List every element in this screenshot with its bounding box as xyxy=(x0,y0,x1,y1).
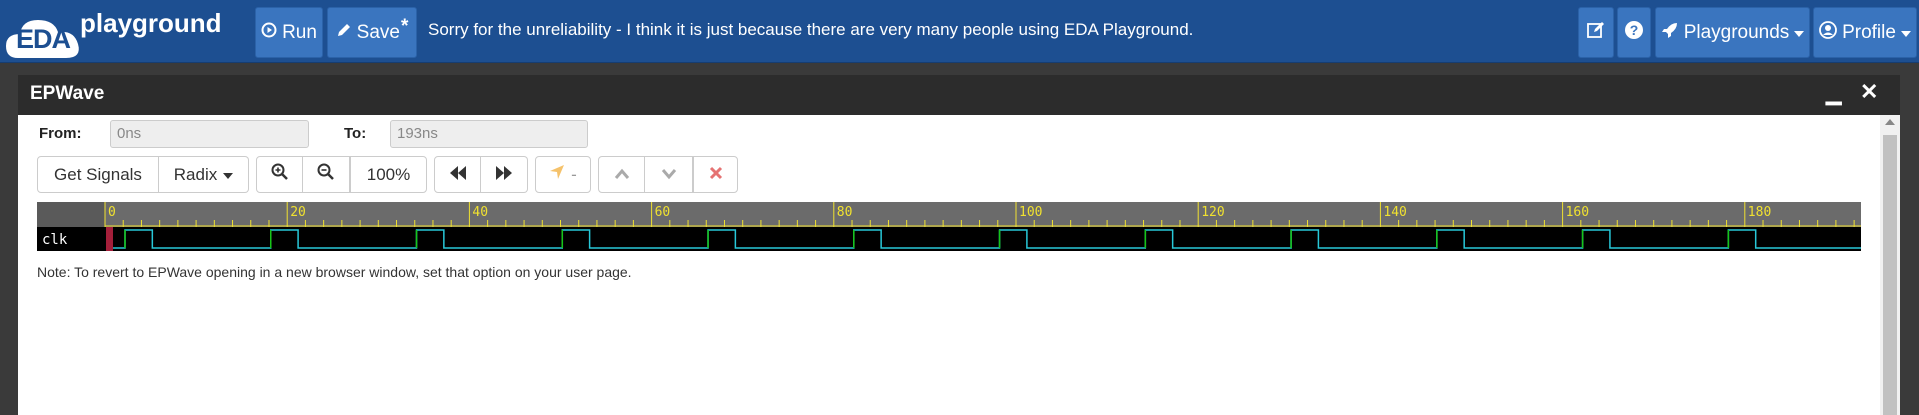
window-titlebar[interactable]: EPWave ▁ ✕ xyxy=(18,75,1900,115)
timeline-tick-label: 60 xyxy=(655,205,671,220)
svg-text:?: ? xyxy=(1630,22,1639,38)
save-label: Save xyxy=(356,21,400,43)
timeline-tick-label: 120 xyxy=(1201,205,1224,220)
forward-icon xyxy=(495,165,513,185)
zoom-in-icon xyxy=(271,163,289,186)
window-title: EPWave xyxy=(30,83,105,104)
pencil-icon xyxy=(336,22,352,44)
scroll-up-icon[interactable] xyxy=(1885,119,1895,125)
timeline-tick-label: 80 xyxy=(837,205,853,220)
caret-down-icon xyxy=(1900,22,1911,44)
from-label: From: xyxy=(39,125,82,142)
timeline-tick-label: 100 xyxy=(1019,205,1042,220)
edit-button[interactable] xyxy=(1578,7,1614,58)
prev-transition-button[interactable] xyxy=(598,156,645,193)
run-button[interactable]: Run xyxy=(255,7,323,58)
zoom-out-button[interactable] xyxy=(303,156,350,193)
backward-icon xyxy=(449,165,467,185)
cursor-button[interactable]: - xyxy=(535,156,591,193)
logo-text: EDA xyxy=(16,24,71,54)
vertical-scrollbar[interactable] xyxy=(1880,115,1900,415)
unsaved-marker: * xyxy=(400,15,409,37)
next-transition-button[interactable] xyxy=(645,156,693,193)
minimize-icon[interactable]: ▁ xyxy=(1826,81,1841,106)
question-circle-icon: ? xyxy=(1624,20,1644,46)
waveform-viewer[interactable]: 0 20 40 60 80 100 120 140 160 180 clk xyxy=(37,202,1861,251)
zoom-out-icon xyxy=(317,163,335,186)
timeline-tick-label: 20 xyxy=(290,205,306,220)
signal-name-clk[interactable]: clk xyxy=(42,232,68,248)
edit-icon xyxy=(1586,20,1606,46)
logo-subtitle: playground xyxy=(80,8,222,38)
rocket-icon xyxy=(1661,21,1679,45)
timeline-tick-label: 180 xyxy=(1748,205,1771,220)
profile-menu-button[interactable]: Profile xyxy=(1813,7,1917,58)
to-label: To: xyxy=(344,125,367,142)
playgrounds-label: Playgrounds xyxy=(1683,21,1790,43)
help-button[interactable]: ? xyxy=(1617,7,1651,58)
from-time-input[interactable]: 0ns xyxy=(110,120,309,148)
location-arrow-icon xyxy=(549,164,565,185)
close-icon[interactable]: ✕ xyxy=(1860,79,1878,105)
radix-label: Radix xyxy=(173,164,218,184)
timeline-tick-label: 160 xyxy=(1566,205,1589,220)
get-signals-button[interactable]: Get Signals xyxy=(37,156,159,193)
eda-playground-logo[interactable]: EDA playground xyxy=(2,2,252,62)
epwave-note: Note: To revert to EPWave opening in a n… xyxy=(37,264,632,280)
zoom-level-button[interactable]: 100% xyxy=(350,156,427,193)
announcement-message: Sorry for the unreliability - I think it… xyxy=(428,20,1194,39)
run-label: Run xyxy=(282,21,317,43)
chevron-down-icon xyxy=(661,165,677,185)
jump-forward-button[interactable] xyxy=(481,156,528,193)
timeline-tick-label: 40 xyxy=(472,205,488,220)
chevron-up-icon xyxy=(614,165,630,185)
jump-back-button[interactable] xyxy=(434,156,481,193)
scrollbar-thumb[interactable] xyxy=(1883,135,1897,415)
user-circle-icon xyxy=(1819,20,1837,45)
timeline-tick-label: 140 xyxy=(1383,205,1406,220)
wave-cursor-marker xyxy=(106,227,113,251)
profile-label: Profile xyxy=(1842,21,1896,43)
caret-down-icon xyxy=(223,165,234,185)
play-circle-icon xyxy=(261,22,277,44)
cursor-value: - xyxy=(571,164,577,184)
remove-signal-button[interactable] xyxy=(693,156,738,193)
to-time-input[interactable]: 193ns xyxy=(390,120,588,148)
close-x-icon xyxy=(709,165,723,185)
timeline-tick-label: 0 xyxy=(108,205,116,220)
save-button[interactable]: Save * xyxy=(327,7,417,58)
playgrounds-menu-button[interactable]: Playgrounds xyxy=(1655,7,1810,58)
zoom-in-button[interactable] xyxy=(256,156,303,193)
top-navbar: EDA playground Run Save * Sorry for the … xyxy=(0,0,1919,63)
radix-dropdown[interactable]: Radix xyxy=(159,156,249,193)
timeline-name-gutter xyxy=(37,202,105,227)
caret-down-icon xyxy=(1794,22,1805,44)
